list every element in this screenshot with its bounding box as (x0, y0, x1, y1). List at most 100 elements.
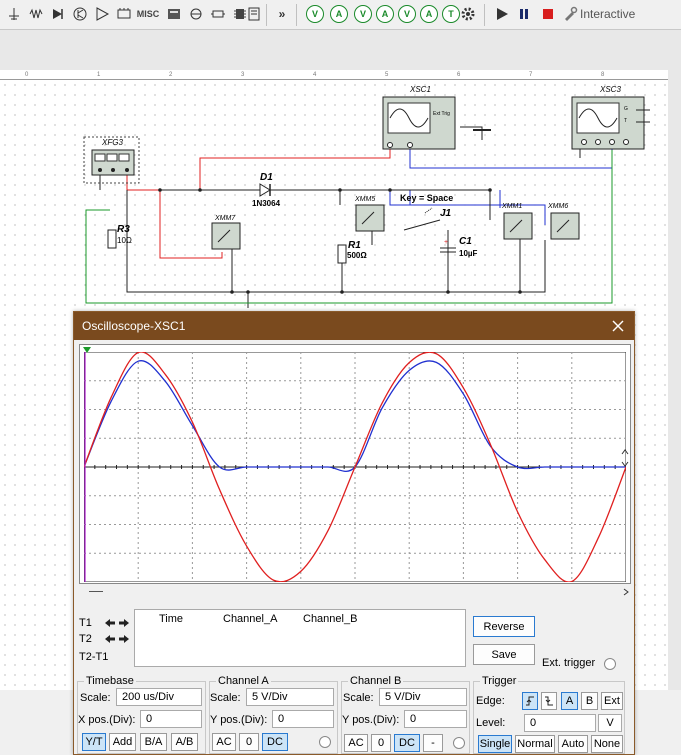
channel-b-terminal[interactable] (453, 737, 465, 749)
trigger-level-field[interactable]: 0 (524, 714, 596, 732)
mode-ba-button[interactable]: B/A (140, 733, 167, 751)
channel-b-scale-label: Scale: (343, 692, 374, 704)
multimeter-xmm1: XMM1 (501, 203, 533, 240)
indicator-icon[interactable] (186, 4, 206, 24)
mixed-icon[interactable] (164, 4, 184, 24)
voltmeter-ac-icon[interactable]: V (354, 5, 372, 23)
timebase-scale-label: Scale: (80, 692, 111, 704)
xmm1-label: XMM1 (501, 203, 522, 210)
channel-a-zero-button[interactable]: 0 (239, 733, 259, 751)
t1-right-arrow-icon[interactable] (117, 617, 131, 629)
oscilloscope-screen[interactable] (84, 352, 626, 582)
reverse-button[interactable]: Reverse (473, 616, 535, 637)
channel-b-dc-button[interactable]: DC (394, 734, 420, 752)
r1-label: R1 (348, 240, 361, 251)
j1-label: J1 (440, 208, 452, 219)
xmm5-label: XMM5 (354, 196, 375, 203)
trigger-source-ext-button[interactable]: Ext (601, 692, 623, 710)
function-generator-xfg3: XFG3 (83, 136, 140, 184)
trigger-none-button[interactable]: None (591, 735, 623, 753)
t2-left-arrow-icon[interactable] (103, 633, 117, 645)
multimeter-xmm7: XMM7 (211, 215, 241, 250)
timebase-scale-field[interactable]: 200 us/Div (116, 688, 202, 706)
diode-icon[interactable] (48, 4, 68, 24)
interactive-mode-label[interactable]: Interactive (580, 7, 635, 21)
analog-icon[interactable] (92, 4, 112, 24)
xsc1-label: XSC1 (409, 85, 431, 94)
channel-b-invert-button[interactable]: - (423, 734, 443, 752)
timebase-group: Timebase Scale: 200 us/Div X pos.(Div): … (77, 675, 206, 754)
horizontal-scrollbar[interactable] (79, 586, 631, 598)
timebase-title: Timebase (84, 675, 136, 687)
scroll-up-icon[interactable] (621, 447, 629, 457)
settings-icon[interactable] (458, 4, 478, 24)
oscilloscope-window[interactable]: Oscilloscope-XSC1 T1 T2 T2-T1 Time Chann… (73, 311, 635, 755)
ammeter-icon[interactable]: A (330, 5, 348, 23)
trigger-auto-button[interactable]: Auto (558, 735, 588, 753)
channel-b-group: Channel B Scale: 5 V/Div Y pos.(Div): 0 … (341, 675, 470, 754)
channel-a-title: Channel A (216, 675, 271, 687)
channel-a-dc-button[interactable]: DC (262, 733, 288, 751)
channel-b-ypos-label: Y pos.(Div): (342, 714, 400, 726)
ttl-icon[interactable] (114, 4, 134, 24)
voltmeter-diff-icon[interactable]: V (398, 5, 416, 23)
switch-j1: Key = Space J1 (400, 193, 453, 231)
mode-ab-button[interactable]: A/B (171, 733, 198, 751)
trigger-source-b-button[interactable]: B (581, 692, 598, 710)
wire-green (85, 150, 613, 304)
channel-b-ypos-field[interactable]: 0 (404, 710, 467, 728)
r1-value: 500Ω (347, 251, 367, 260)
mode-yt-button[interactable]: Y/T (82, 733, 106, 751)
save-button[interactable]: Save (473, 644, 535, 665)
ammeter-ac-icon[interactable]: A (376, 5, 394, 23)
run-icon[interactable] (492, 4, 512, 24)
trigger-single-button[interactable]: Single (478, 735, 512, 753)
multimeter-xmm6: XMM6 (547, 203, 580, 240)
ammeter-diff-icon[interactable]: A (420, 5, 438, 23)
trigger-normal-button[interactable]: Normal (515, 735, 555, 753)
xsc3-g: G (624, 106, 628, 112)
more-icon[interactable]: » (272, 4, 292, 24)
scroll-down-icon[interactable] (621, 459, 629, 469)
mcu-icon[interactable] (244, 4, 264, 24)
channel-b-zero-button[interactable]: 0 (371, 734, 391, 752)
oscilloscope-titlebar[interactable]: Oscilloscope-XSC1 (74, 312, 634, 340)
voltmeter-icon[interactable]: V (306, 5, 324, 23)
scroll-thumb[interactable] (89, 591, 103, 592)
channel-a-ypos-field[interactable]: 0 (272, 710, 334, 728)
source-icon[interactable] (4, 4, 24, 24)
t1-left-arrow-icon[interactable] (103, 617, 117, 629)
trigger-level-unit[interactable]: V (598, 714, 622, 732)
rising-edge-icon[interactable] (522, 692, 538, 710)
mode-add-button[interactable]: Add (109, 733, 136, 751)
pause-icon[interactable] (514, 4, 534, 24)
transistor-icon[interactable] (70, 4, 90, 24)
ext-trigger-terminal[interactable] (604, 658, 616, 670)
channel-a-ac-button[interactable]: AC (212, 733, 236, 751)
channel-a-terminal[interactable] (319, 736, 331, 748)
xsc3-t: T (624, 118, 627, 124)
d1-label: D1 (260, 172, 273, 183)
channel-a-scale-field[interactable]: 5 V/Div (246, 688, 334, 706)
trigger-group: Trigger Edge: A B Ext Level: 0 V Single … (473, 675, 625, 754)
timebase-xpos-label: X pos.(Div): (78, 714, 136, 726)
scroll-right-icon[interactable] (621, 586, 631, 598)
trigger-level-label: Level: (476, 717, 506, 729)
misc-digital-icon[interactable]: MISC (136, 4, 160, 24)
toolbar: MISC » V A V A V A T Interactive (0, 0, 681, 30)
power-icon[interactable] (208, 4, 228, 24)
interactive-icon[interactable] (560, 4, 580, 24)
trigger-source-a-button[interactable]: A (561, 692, 578, 710)
channel-b-title: Channel B (348, 675, 404, 687)
channel-b-scale-field[interactable]: 5 V/Div (379, 688, 467, 706)
cursor-t1-marker-icon[interactable] (82, 346, 92, 354)
stop-icon[interactable] (538, 4, 558, 24)
t2-right-arrow-icon[interactable] (117, 633, 131, 645)
close-icon[interactable] (608, 316, 628, 336)
oscilloscope-xsc1-symbol: XSC1 Ext Trig (382, 85, 456, 150)
timebase-xpos-field[interactable]: 0 (140, 710, 202, 728)
channel-b-ac-button[interactable]: AC (344, 734, 368, 752)
basic-icon[interactable] (26, 4, 46, 24)
falling-edge-icon[interactable] (541, 692, 557, 710)
oscilloscope-xsc3-symbol: XSC3 G T (571, 85, 650, 150)
